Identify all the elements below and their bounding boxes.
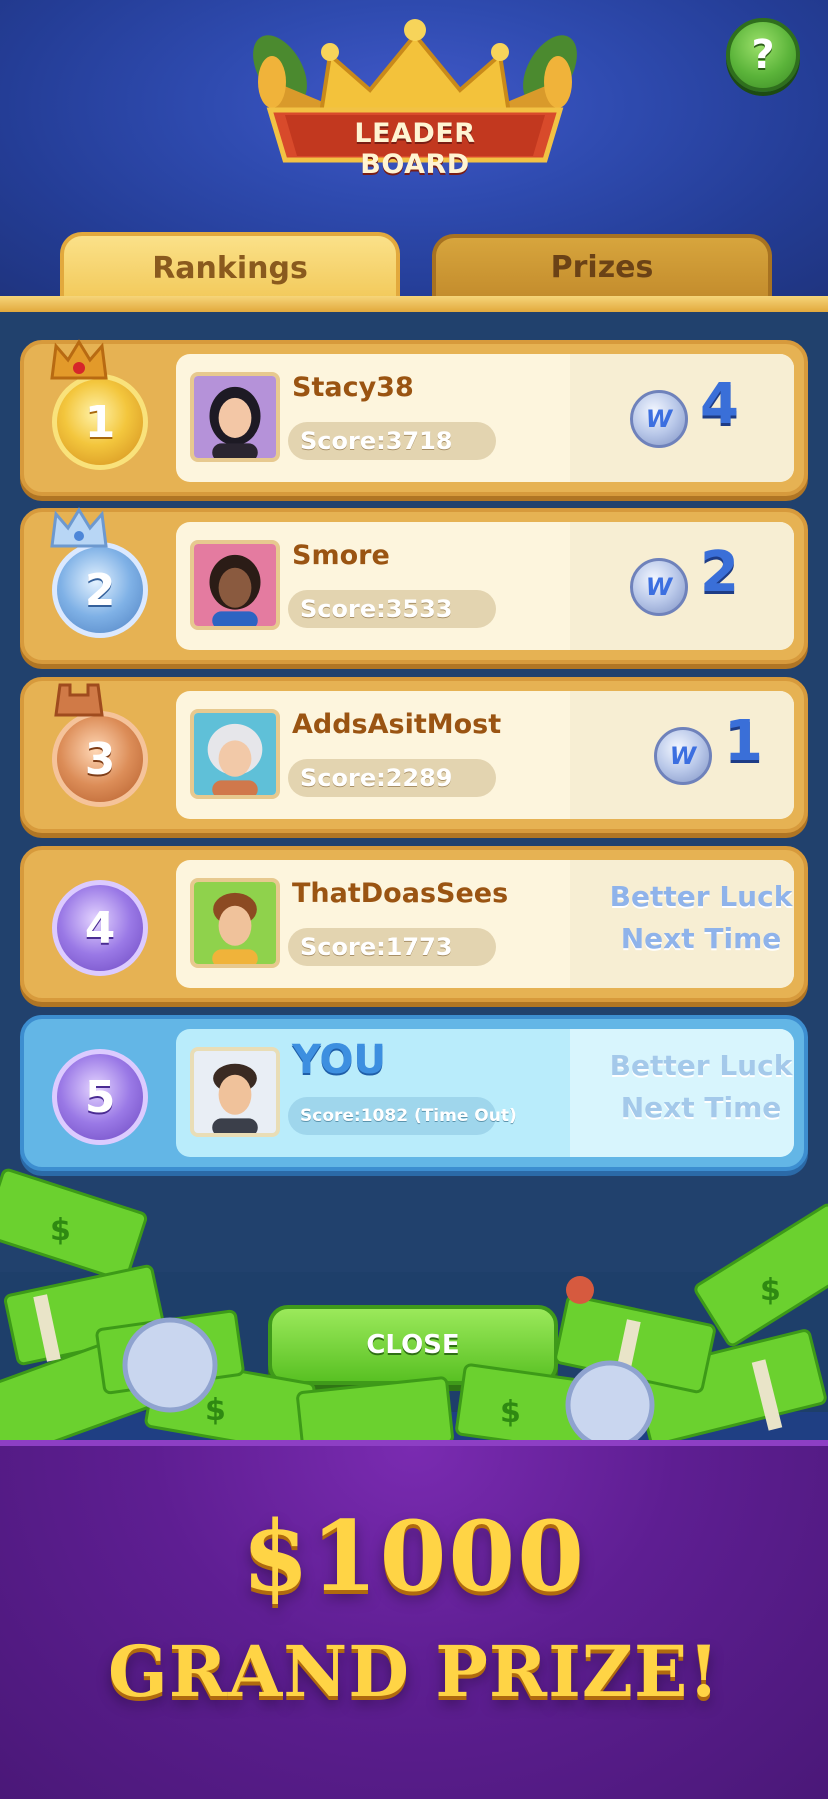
ranking-row: 1 Stacy38 Score:3718 W 4 (20, 339, 808, 496)
rank-medal-bronze: 3 (52, 711, 148, 807)
leaderboard-title: LEADER BOARD (354, 118, 476, 180)
avatar (190, 709, 280, 799)
avatar (190, 372, 280, 462)
crown-icon (50, 507, 108, 548)
tab-prizes[interactable]: Prizes (432, 234, 772, 296)
tab-underline (0, 296, 828, 312)
ranking-row: 4 ThatDoasSees Score:1773 Better Luck Ne… (20, 846, 808, 1002)
w-coin-icon: W (654, 727, 712, 785)
avatar (190, 1047, 280, 1137)
w-coin-icon: W (630, 390, 688, 448)
score-pill: Score:3533 (288, 590, 496, 628)
player-name: YOU (292, 1037, 387, 1083)
w-coin-icon: W (630, 558, 688, 616)
ranking-row-you: 5 YOU Score:1082 (Time Out) Better Luck … (20, 1015, 808, 1171)
promo-banner (0, 1440, 828, 1799)
prize-amount: 2 (700, 540, 739, 605)
player-name: ThatDoasSees (292, 878, 509, 909)
crown-icon (54, 683, 104, 717)
player-name: Stacy38 (292, 372, 414, 403)
score-pill: Score:1773 (288, 928, 496, 966)
ranking-row: 2 Smore Score:3533 W 2 (20, 507, 808, 664)
player-name: AddsAsitMost (292, 709, 502, 740)
avatar (190, 878, 280, 968)
avatar (190, 540, 280, 630)
promo-subtitle: GRAND PRIZE! (107, 1630, 721, 1713)
help-button[interactable]: ? (726, 18, 800, 92)
better-luck-text: Better Luck Next Time (609, 1049, 793, 1124)
promo-amount: $1000 (242, 1500, 586, 1613)
ranking-row: 3 AddsAsitMost Score:2289 W 1 (20, 677, 808, 833)
player-name: Smore (292, 540, 390, 571)
crown-icon (50, 339, 108, 380)
rank-medal-gold: 1 (52, 374, 148, 470)
score-pill: Score:1082 (Time Out) (288, 1097, 517, 1135)
score-pill: Score:2289 (288, 759, 496, 797)
better-luck-text: Better Luck Next Time (609, 880, 793, 955)
rank-medal-silver: 2 (52, 542, 148, 638)
prize-amount: 1 (724, 709, 763, 774)
tab-rankings[interactable]: Rankings (60, 232, 400, 300)
prize-amount: 4 (700, 372, 739, 437)
rank-medal-purple: 5 (52, 1049, 148, 1145)
close-button[interactable]: CLOSE (268, 1305, 558, 1385)
score-pill: Score:3718 (288, 422, 496, 460)
rank-medal-purple: 4 (52, 880, 148, 976)
